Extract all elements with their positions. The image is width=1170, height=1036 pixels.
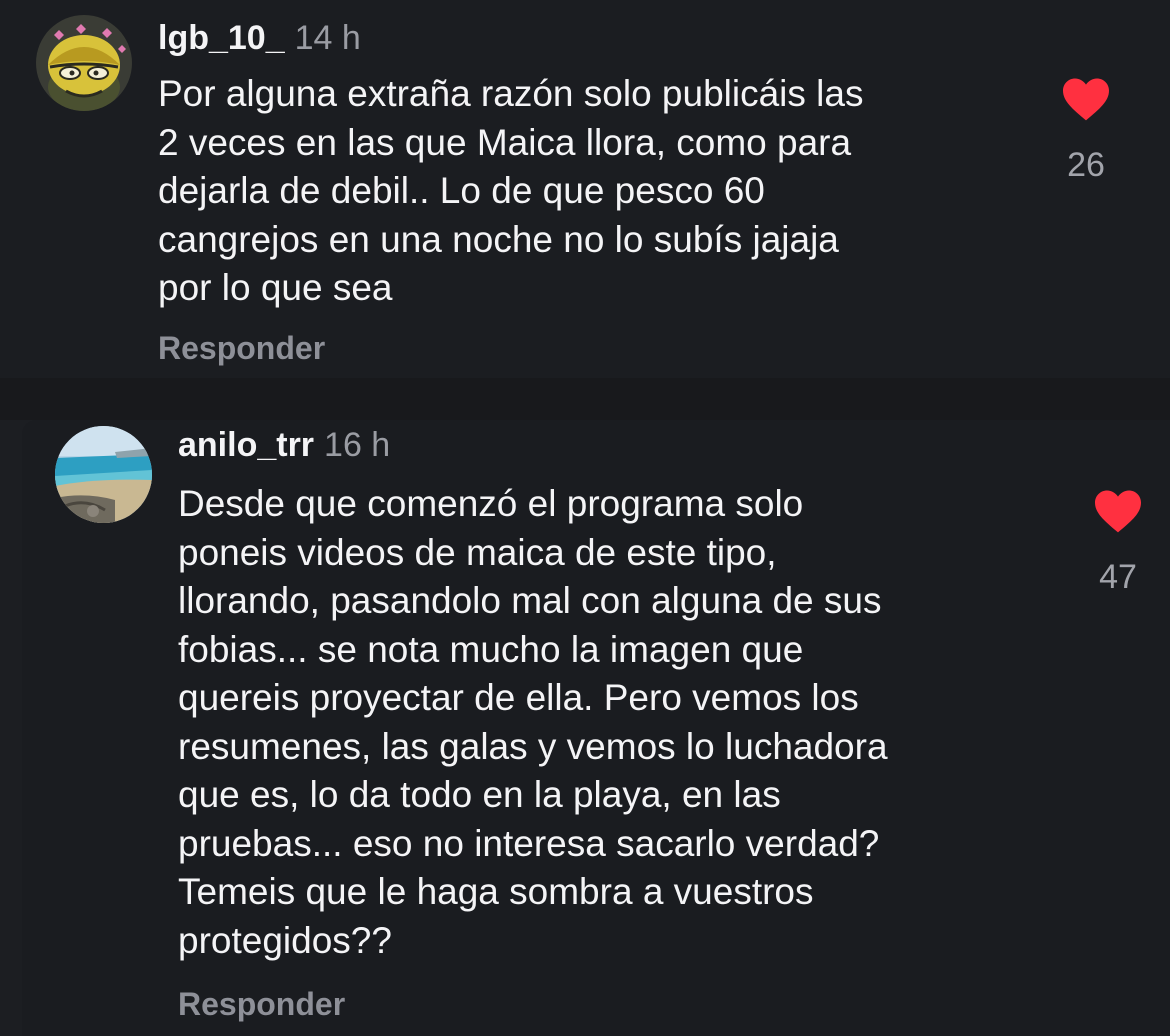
like-count: 26 xyxy=(1067,146,1105,184)
heart-icon[interactable] xyxy=(1092,488,1144,534)
comment-text: Por alguna extraña razón solo publicáis … xyxy=(158,73,864,308)
reply-button[interactable]: Responder xyxy=(158,330,325,367)
username[interactable]: lgb_10_ xyxy=(158,19,285,57)
beach-photo-avatar-icon xyxy=(55,426,152,523)
reply-button[interactable]: Responder xyxy=(178,986,345,1023)
cartoon-character-avatar-icon xyxy=(36,15,132,111)
comment-item: anilo_trr 16 h Desde que comenzó el progr… xyxy=(22,420,1170,1036)
comment-header: lgb_10_ 14 h xyxy=(158,18,361,58)
like-control: 26 xyxy=(1056,76,1116,185)
comment-item: lgb_10_ 14 h Por alguna extraña razón sol… xyxy=(0,0,1170,378)
comment-header: anilo_trr 16 h xyxy=(178,425,390,465)
like-count: 47 xyxy=(1099,558,1137,596)
heart-icon[interactable] xyxy=(1060,76,1112,122)
like-control: 47 xyxy=(1088,488,1148,597)
timestamp: 14 h xyxy=(294,19,361,57)
username[interactable]: anilo_trr xyxy=(178,426,314,464)
divider xyxy=(0,378,1170,420)
avatar[interactable] xyxy=(55,426,152,523)
comment-text: Desde que comenzó el programa solo ponei… xyxy=(178,483,888,961)
timestamp: 16 h xyxy=(324,426,391,464)
avatar[interactable] xyxy=(36,15,132,111)
